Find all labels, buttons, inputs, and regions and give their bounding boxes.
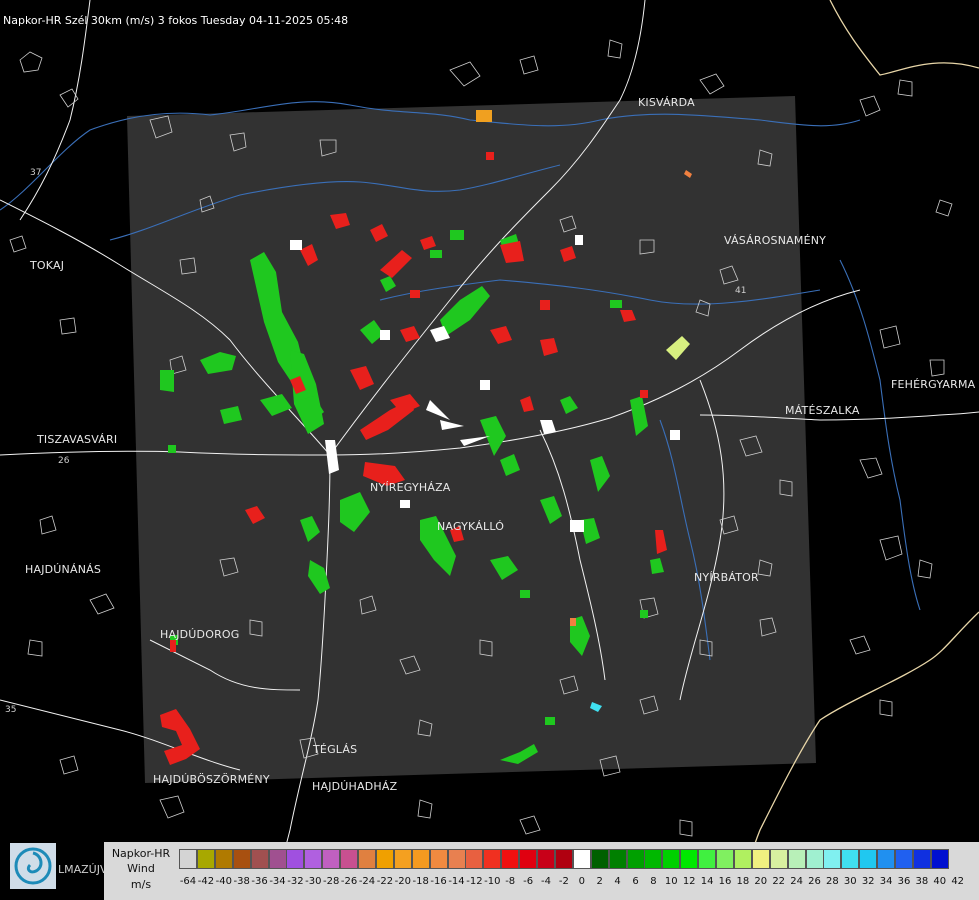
legend-swatch xyxy=(232,849,251,869)
legend-swatch xyxy=(644,849,663,869)
legend-swatch xyxy=(358,849,376,869)
city-label-nyiregyhaza: NYÍREGYHÁZA xyxy=(370,481,451,494)
legend-title-line-1: Napkor-HR xyxy=(111,847,171,860)
city-label-tokaj: TOKAJ xyxy=(30,259,65,272)
legend-swatch xyxy=(805,849,824,869)
legend-swatch xyxy=(375,849,394,869)
legend-swatch xyxy=(214,849,233,869)
legend-swatch xyxy=(859,849,878,869)
legend-swatch xyxy=(787,849,806,869)
legend-swatch xyxy=(877,849,896,869)
legend-title-line-2: Wind xyxy=(127,862,155,875)
map-title: Napkor-HR Szél 30km (m/s) 3 fokos Tuesda… xyxy=(3,14,349,27)
legend-swatch xyxy=(572,849,591,869)
legend-swatch xyxy=(698,849,717,869)
legend-swatch xyxy=(554,849,573,869)
legend-swatch xyxy=(268,849,287,869)
city-label-tiszavasvari: TISZAVASVÁRI xyxy=(37,433,118,446)
legend-swatch xyxy=(501,849,520,869)
city-label-nagykallo: NAGYKÁLLÓ xyxy=(437,520,505,533)
legend-swatch xyxy=(537,849,555,869)
city-label-hajduboszormeny: HAJDÚBÖSZÖRMÉNY xyxy=(153,773,270,786)
legend-swatch xyxy=(519,849,538,869)
road-label-37: 37 xyxy=(30,168,41,178)
city-label-hajdunanas: HAJDÚNÁNÁS xyxy=(25,563,102,576)
legend-tick-label: 42 xyxy=(951,876,965,887)
legend-swatch xyxy=(447,849,466,869)
legend-swatch xyxy=(930,849,949,869)
city-label-vasarosnameny: VÁSÁROSNAMÉNY xyxy=(724,234,827,247)
legend-swatch xyxy=(680,849,699,869)
city-label-hajduhadhaz: HAJDÚHADHÁZ xyxy=(312,780,398,793)
legend-swatch xyxy=(912,849,931,869)
legend-swatch xyxy=(662,849,681,869)
legend-swatch xyxy=(716,849,734,869)
city-label-teglas: TÉGLÁS xyxy=(313,743,358,756)
road-label-35: 35 xyxy=(5,705,16,715)
legend-swatch xyxy=(286,849,305,869)
legend-swatch xyxy=(483,849,502,869)
legend-title-line-3: m/s xyxy=(130,878,152,891)
legend-swatch xyxy=(608,849,627,869)
road-label-26: 26 xyxy=(58,456,70,466)
legend-swatch xyxy=(895,849,913,869)
legend-swatch xyxy=(196,849,215,869)
city-label-fehergyarmat: FEHÉRGYARMA xyxy=(891,378,976,391)
legend-swatch xyxy=(250,849,269,869)
legend-swatch xyxy=(322,849,341,869)
map-canvas: 26 41 35 37 xyxy=(0,0,979,900)
legend-swatch xyxy=(465,849,484,869)
legend-swatch xyxy=(590,849,609,869)
city-label-mateszalka: MÁTÉSZALKA xyxy=(785,404,860,417)
legend-swatch xyxy=(751,849,770,869)
legend-swatch xyxy=(340,849,359,869)
color-legend: Napkor-HR Wind m/s -64 -42 -40 -38 -36 -34 -32… xyxy=(104,842,979,900)
legend-swatch xyxy=(841,849,860,869)
city-label-hajdudorog: HAJDÚDOROG xyxy=(160,628,240,641)
legend-swatch xyxy=(769,849,788,869)
legend-swatch xyxy=(626,849,645,869)
legend-swatch xyxy=(823,849,842,869)
legend-swatch xyxy=(179,849,197,869)
city-label-nyirbator: NYÍRBÁTOR xyxy=(694,571,759,584)
swirl-logo-icon xyxy=(10,843,56,889)
legend-swatch xyxy=(393,849,412,869)
legend-swatch xyxy=(411,849,430,869)
legend-swatch xyxy=(304,849,323,869)
road-label-41: 41 xyxy=(735,286,746,296)
legend-swatch xyxy=(429,849,448,869)
radar-map-view: 26 41 35 37 Napkor-HR Szél 30km (m/s) 3 … xyxy=(0,0,979,900)
legend-swatch xyxy=(733,849,752,869)
city-label-kisvarda: KISVÁRDA xyxy=(638,96,695,109)
